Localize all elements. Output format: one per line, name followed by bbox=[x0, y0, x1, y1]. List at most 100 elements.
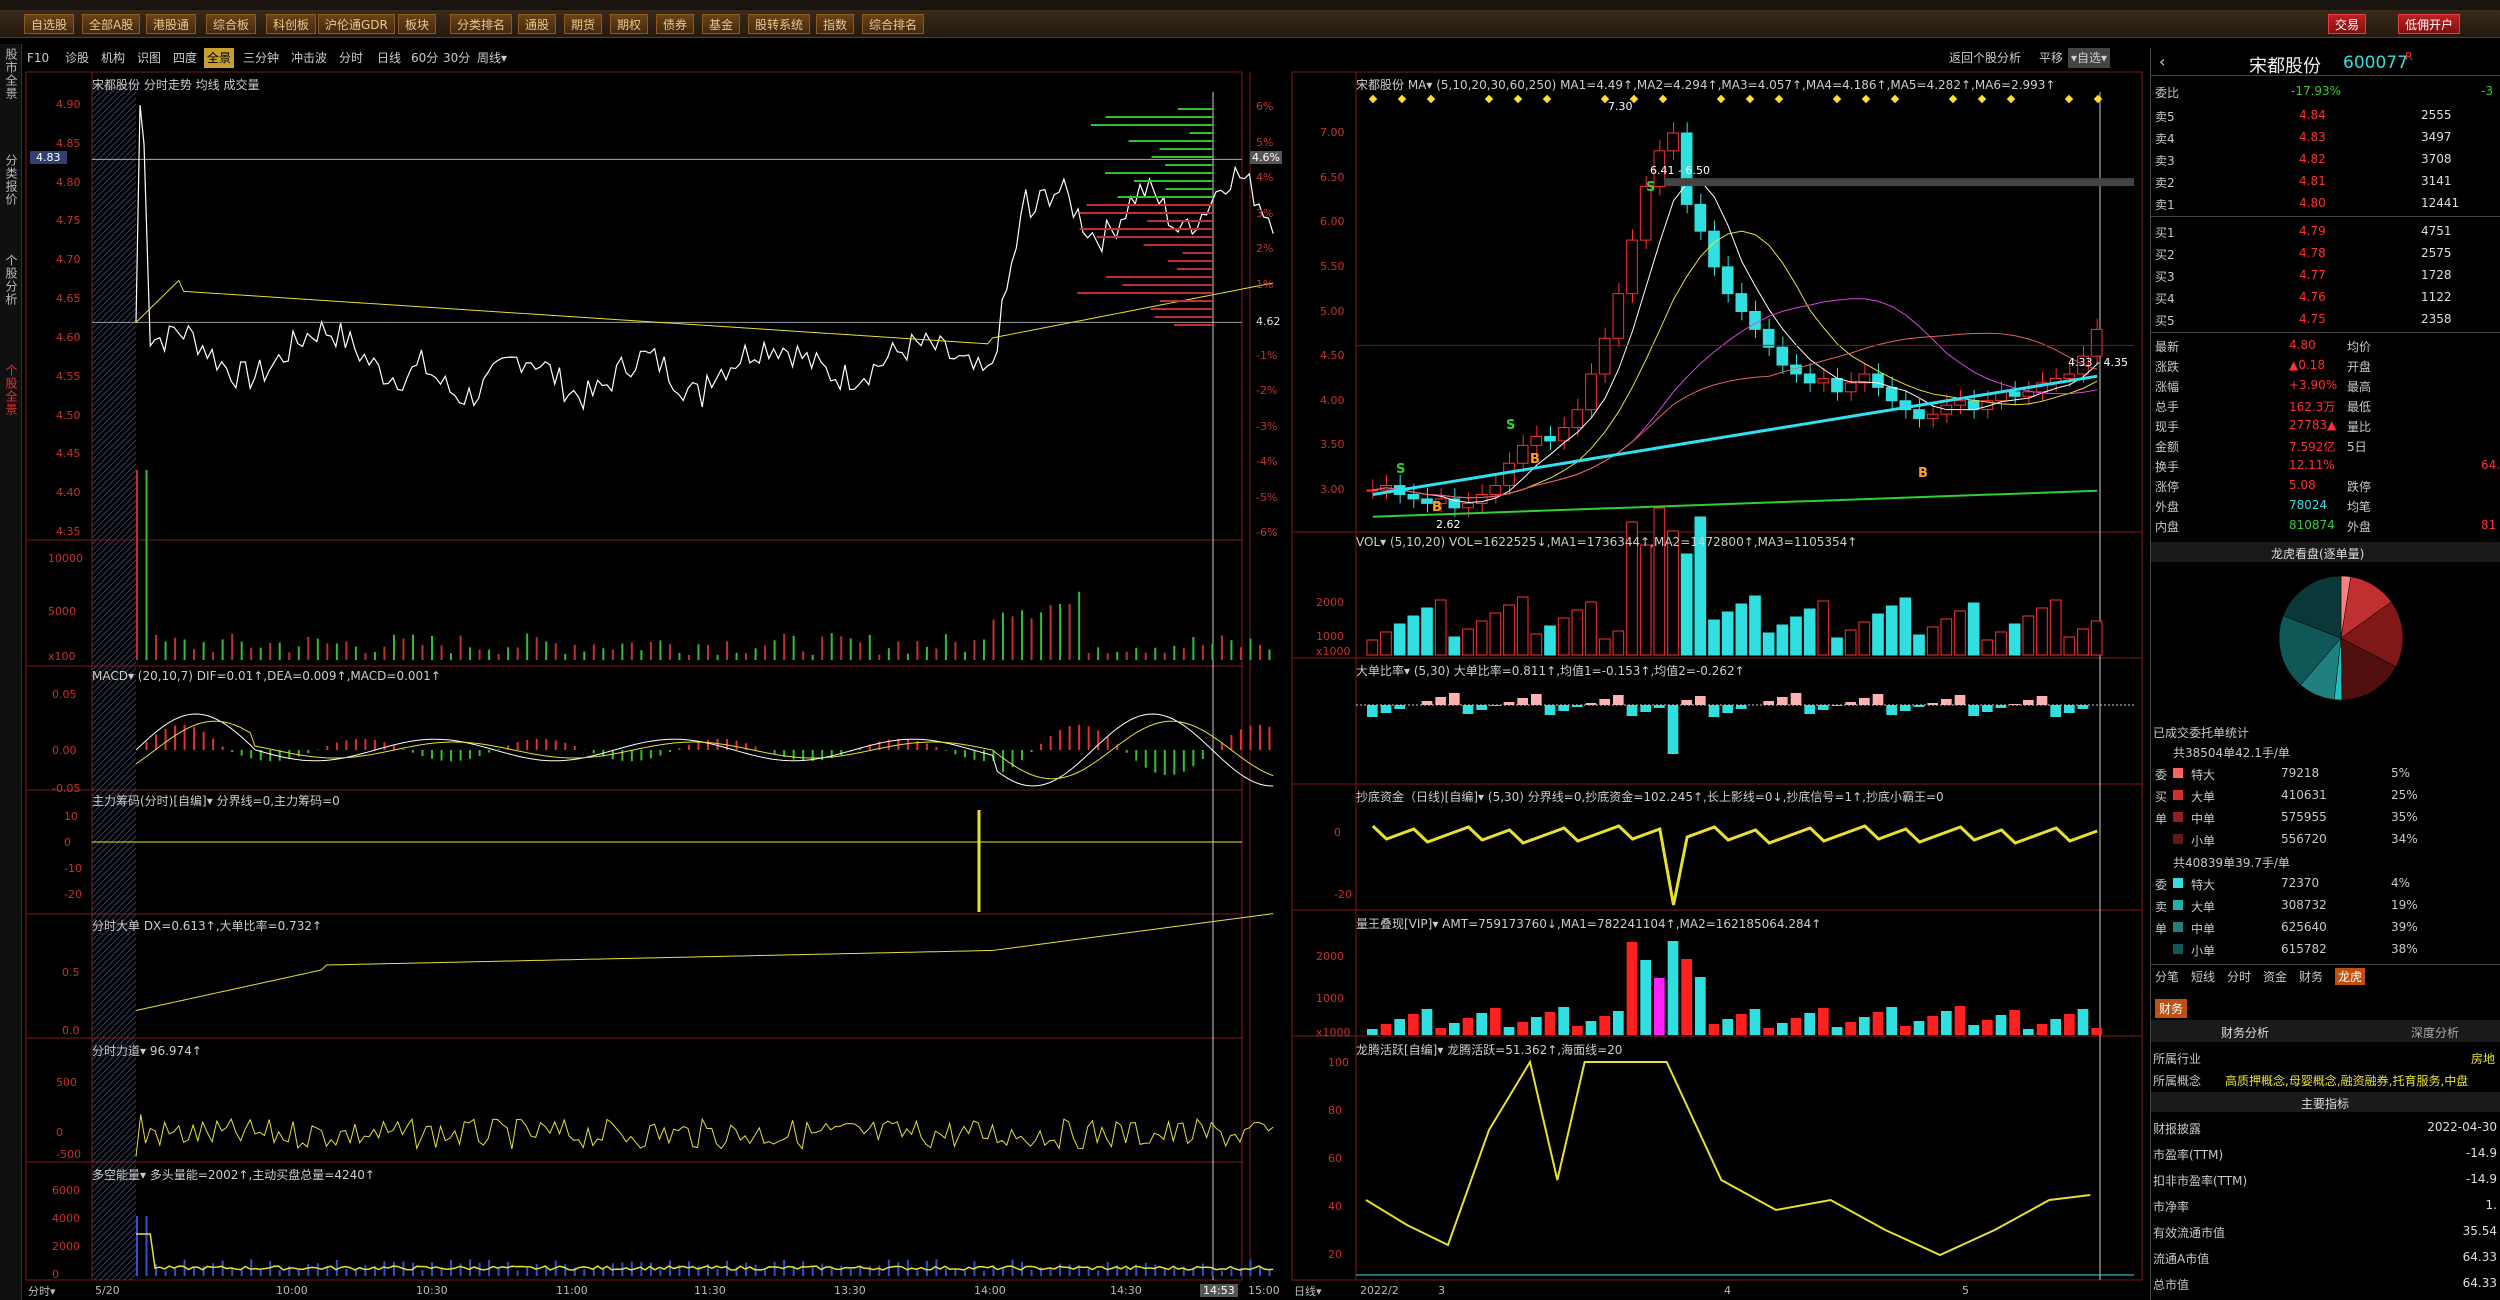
kline-candle[interactable] bbox=[1407, 493, 1420, 500]
kline-candle[interactable] bbox=[1503, 462, 1515, 487]
kline-candle[interactable] bbox=[1598, 337, 1611, 375]
liangwang-bar bbox=[1435, 1028, 1446, 1035]
stat-label: 换手 bbox=[2155, 460, 2180, 474]
daily-dadan-bar bbox=[1845, 702, 1856, 705]
ma-line-5 bbox=[1372, 180, 2098, 503]
order-side-char: 单 bbox=[2155, 922, 2168, 936]
order-stat-row: 小单 615782 38% bbox=[2151, 938, 2500, 960]
kline-candle[interactable] bbox=[2008, 391, 2021, 397]
stat-value-2: 81 bbox=[2481, 518, 2497, 532]
kline-candle[interactable] bbox=[1530, 435, 1543, 446]
order-type: 小单 bbox=[2191, 944, 2216, 958]
stat-label: 金额 bbox=[2155, 440, 2180, 454]
daily-dadan-bar bbox=[1968, 705, 1979, 716]
daily-period-selector[interactable]: 日线▾ bbox=[1294, 1283, 1322, 1299]
kline-candle[interactable] bbox=[1913, 409, 1925, 420]
liangwang-bar bbox=[1736, 1014, 1747, 1035]
order-pct: 19% bbox=[2391, 898, 2418, 912]
daily-volume-bar bbox=[1790, 616, 1802, 656]
sell-price[interactable]: 4.84 bbox=[2299, 108, 2326, 122]
kline-candle[interactable] bbox=[1844, 382, 1857, 393]
kline-candle[interactable] bbox=[1817, 377, 1830, 384]
weibi-label: 委比 bbox=[2155, 86, 2180, 100]
back-arrow-icon[interactable]: ‹ bbox=[2159, 52, 2165, 71]
deep-analysis-tab[interactable]: 深度分析 bbox=[2411, 1024, 2459, 1041]
kline-candle[interactable] bbox=[1612, 293, 1625, 339]
kline-candle[interactable] bbox=[1667, 132, 1679, 152]
kline-candle[interactable] bbox=[1872, 373, 1884, 388]
liangwang-bar bbox=[1777, 1023, 1788, 1035]
bottom-tab-4[interactable]: 财务 bbox=[2299, 968, 2323, 985]
buy-price[interactable]: 4.75 bbox=[2299, 312, 2326, 326]
kline-candle[interactable] bbox=[1571, 409, 1584, 429]
kline-candle[interactable] bbox=[1885, 386, 1898, 402]
stat-value: 162.3万 bbox=[2289, 400, 2336, 414]
bottom-tab-1[interactable]: 短线 bbox=[2191, 968, 2215, 985]
kline-candle[interactable] bbox=[1831, 377, 1843, 393]
color-swatch bbox=[2173, 812, 2183, 822]
stock-name: 宋都股份 bbox=[2249, 56, 2321, 77]
kline-candle[interactable] bbox=[1803, 373, 1816, 384]
kline-candle[interactable] bbox=[1721, 266, 1734, 295]
bottom-tab-0[interactable]: 分笔 bbox=[2155, 968, 2179, 985]
signal-diamond bbox=[1948, 94, 1958, 104]
kline-candle[interactable] bbox=[2090, 328, 2103, 357]
kline-candle[interactable] bbox=[1954, 400, 1966, 406]
liangwang-bar bbox=[1927, 1016, 1938, 1035]
buy-price[interactable]: 4.79 bbox=[2299, 224, 2326, 238]
bottom-tab-5[interactable]: 龙虎 bbox=[2335, 968, 2366, 985]
kline-candle[interactable] bbox=[1516, 444, 1529, 464]
liangwang-bar bbox=[1954, 1006, 1966, 1035]
daily-dadan-bar bbox=[1777, 697, 1788, 705]
sell-price[interactable]: 4.81 bbox=[2299, 174, 2326, 188]
kline-candle[interactable] bbox=[1626, 239, 1638, 295]
kline-candle[interactable] bbox=[1366, 489, 1379, 492]
daily-time-label: 3 bbox=[1438, 1284, 1445, 1297]
kline-candle[interactable] bbox=[2063, 373, 2076, 379]
kline-candle[interactable] bbox=[2022, 391, 2035, 397]
bottom-tab-2[interactable]: 分时 bbox=[2227, 968, 2251, 985]
kline-candle[interactable] bbox=[1735, 293, 1748, 312]
sell-price[interactable]: 4.80 bbox=[2299, 196, 2326, 210]
daily-dadan-bar bbox=[1736, 705, 1747, 709]
sell-price[interactable]: 4.82 bbox=[2299, 152, 2326, 166]
kline-candle[interactable] bbox=[1926, 413, 1939, 420]
liangwang-bar bbox=[1408, 1014, 1419, 1035]
kline-candle[interactable] bbox=[1694, 203, 1707, 232]
sell-price[interactable]: 4.83 bbox=[2299, 130, 2326, 144]
kline-candle[interactable] bbox=[1489, 485, 1502, 495]
order-volume: 79218 bbox=[2281, 766, 2320, 780]
buy-price[interactable]: 4.76 bbox=[2299, 290, 2326, 304]
daily-volume-bar bbox=[1544, 625, 1556, 656]
kline-candle[interactable] bbox=[1557, 427, 1570, 442]
signal-marker: S bbox=[1506, 418, 1516, 433]
finance-tab[interactable]: 财务 bbox=[2155, 999, 2188, 1018]
daily-volume-bar bbox=[1940, 618, 1953, 656]
buy-price[interactable]: 4.77 bbox=[2299, 268, 2326, 282]
kline-candle[interactable] bbox=[1762, 328, 1775, 348]
kline-candle[interactable] bbox=[1749, 311, 1761, 330]
stat-label-2: 量比 bbox=[2347, 420, 2372, 434]
daily-volume-bar bbox=[1407, 615, 1420, 656]
color-swatch bbox=[2173, 878, 2183, 888]
kline-candle[interactable] bbox=[1776, 346, 1789, 366]
buy-price[interactable]: 4.78 bbox=[2299, 246, 2326, 260]
kline-candle[interactable] bbox=[1708, 230, 1720, 268]
industry-value[interactable]: 房地 bbox=[2471, 1050, 2495, 1067]
signal-diamond bbox=[1368, 94, 1378, 104]
stat-label-2: 外盘 bbox=[2347, 520, 2372, 534]
color-swatch bbox=[2173, 768, 2183, 778]
kline-candle[interactable] bbox=[1585, 373, 1597, 411]
bottom-tabs-row: 分笔 短线 分时 资金 财务 龙虎 bbox=[2151, 964, 2500, 986]
signal-diamond bbox=[1542, 94, 1552, 104]
kline-candle[interactable] bbox=[1421, 498, 1433, 504]
liangwang-bar bbox=[2050, 1019, 2061, 1035]
daily-kline-chart[interactable] bbox=[0, 0, 2500, 1300]
kline-candle[interactable] bbox=[1462, 502, 1474, 509]
order-side-char: 买 bbox=[2155, 790, 2168, 804]
bottom-tab-3[interactable]: 资金 bbox=[2263, 968, 2287, 985]
kline-candle[interactable] bbox=[1544, 435, 1556, 442]
fin-analysis-tab[interactable]: 财务分析 bbox=[2221, 1024, 2269, 1041]
concept-value[interactable]: 高质押概念,母婴概念,融资融券,托育服务,中盘 bbox=[2225, 1072, 2468, 1089]
daily-price-tick: 6.00 bbox=[1320, 215, 1345, 229]
